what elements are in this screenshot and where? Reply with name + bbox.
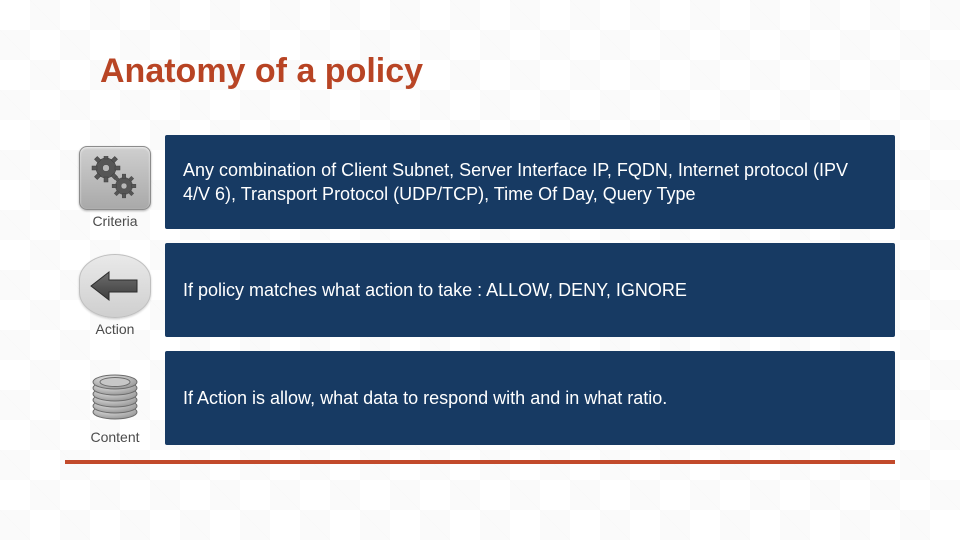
row-criteria: Criteria Any combination of Client Subne…: [65, 135, 895, 229]
policy-rows: Criteria Any combination of Client Subne…: [65, 135, 895, 459]
icon-col-criteria: Criteria: [65, 135, 165, 229]
gears-icon: [79, 146, 151, 210]
icon-col-content: Content: [65, 351, 165, 445]
icon-col-action: Action: [65, 243, 165, 337]
accent-bar: [65, 460, 895, 464]
slide-title: Anatomy of a policy: [100, 52, 423, 91]
row-desc-action: If policy matches what action to take : …: [165, 243, 895, 337]
row-desc-content: If Action is allow, what data to respond…: [165, 351, 895, 445]
row-label-criteria: Criteria: [92, 214, 137, 229]
row-desc-criteria: Any combination of Client Subnet, Server…: [165, 135, 895, 229]
row-action: Action If policy matches what action to …: [65, 243, 895, 337]
row-label-action: Action: [96, 322, 135, 337]
arrow-left-icon: [79, 254, 151, 318]
row-content: Content If Action is allow, what data to…: [65, 351, 895, 445]
row-label-content: Content: [90, 430, 139, 445]
slide: Anatomy of a policy: [0, 0, 960, 540]
coins-icon: [79, 362, 151, 426]
